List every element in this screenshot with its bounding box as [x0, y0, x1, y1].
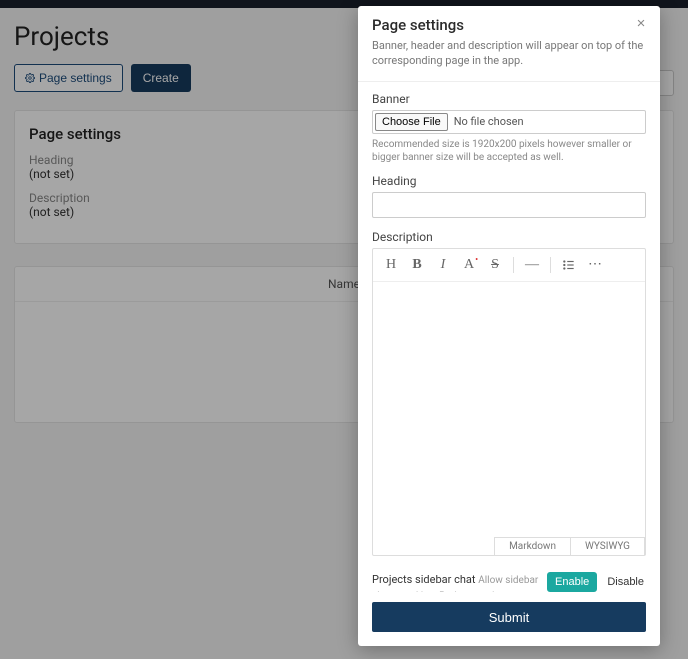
hr-icon[interactable]: — [520, 253, 544, 277]
strike-icon[interactable]: S [483, 253, 507, 277]
description-editor: H B I A• S — ⋯ Markdown WYSIWYG [372, 248, 646, 556]
choose-file-button[interactable]: Choose File [375, 113, 448, 131]
heading-icon[interactable]: H [379, 253, 403, 277]
submit-button[interactable]: Submit [372, 602, 646, 632]
disable-button[interactable]: Disable [605, 572, 646, 592]
font-color-icon[interactable]: A• [457, 253, 481, 277]
banner-label: Banner [372, 92, 646, 106]
close-icon[interactable]: × [632, 14, 650, 32]
sidebar-chat-label: Projects sidebar chat [372, 573, 475, 586]
tab-markdown[interactable]: Markdown [494, 537, 570, 555]
italic-icon[interactable]: I [431, 253, 455, 277]
sidebar-chat-text: Projects sidebar chat Allow sidebar chat… [372, 572, 539, 592]
editor-mode-tabs: Markdown WYSIWYG [373, 537, 645, 555]
banner-file-input[interactable]: Choose File No file chosen [372, 110, 646, 134]
bullet-list-icon [562, 258, 576, 272]
heading-field-label: Heading [372, 174, 646, 188]
page-settings-modal: Page settings Banner, header and descrip… [358, 6, 660, 646]
more-icon[interactable]: ⋯ [583, 253, 607, 277]
toolbar-separator [550, 257, 551, 273]
toolbar-separator [513, 257, 514, 273]
modal-header: Page settings Banner, header and descrip… [358, 6, 660, 82]
modal-subtitle: Banner, header and description will appe… [372, 38, 646, 69]
modal-body: Banner Choose File No file chosen Recomm… [358, 82, 660, 592]
editor-textarea[interactable] [373, 282, 645, 537]
sidebar-chat-row: Projects sidebar chat Allow sidebar chat… [372, 572, 646, 592]
enable-button[interactable]: Enable [547, 572, 597, 592]
file-name: No file chosen [450, 115, 524, 128]
modal-title: Page settings [372, 16, 646, 34]
editor-toolbar: H B I A• S — ⋯ [373, 249, 645, 282]
tab-wysiwyg[interactable]: WYSIWYG [570, 537, 645, 555]
heading-input[interactable] [372, 192, 646, 218]
banner-hint: Recommended size is 1920x200 pixels howe… [372, 138, 646, 164]
list-icon[interactable] [557, 253, 581, 277]
bold-icon[interactable]: B [405, 253, 429, 277]
description-field-label: Description [372, 230, 646, 244]
modal-footer: Submit [358, 592, 660, 646]
